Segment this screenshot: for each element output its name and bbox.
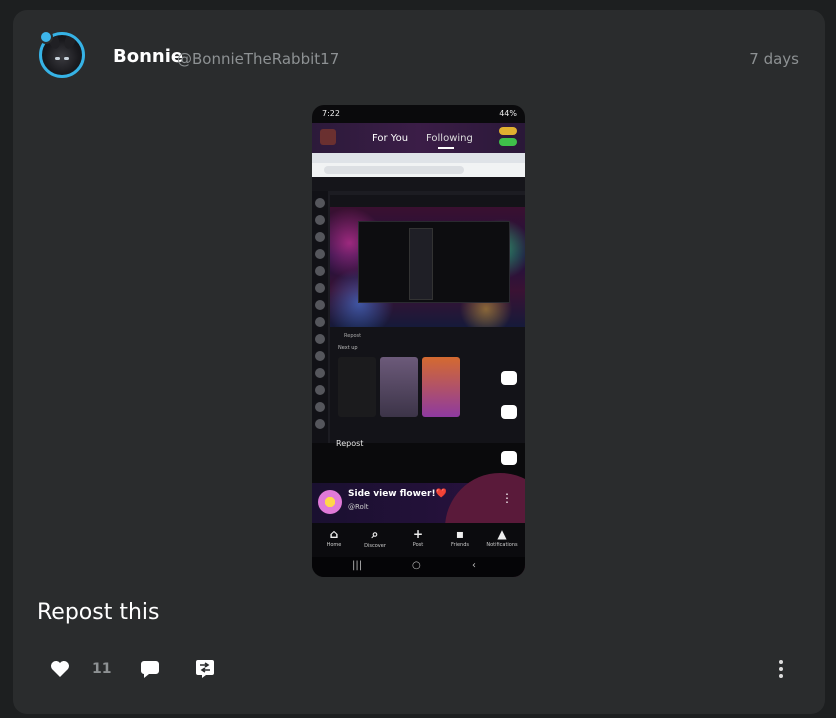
back-icon: ‹: [472, 560, 476, 571]
browser-main: Repost Next up Repost: [330, 195, 525, 448]
phone-battery-level: 44%: [499, 109, 517, 118]
phone-profile-avatar: [320, 129, 336, 145]
phone-more-icon: ⋮: [501, 491, 513, 505]
phone-top-bar: For You Following: [312, 123, 525, 153]
phone-status-time: 7:22: [322, 109, 340, 118]
browser-sidebar: [312, 191, 328, 443]
phone-comment-icon: [501, 405, 517, 419]
phone-nav-notifications: ▲ Notifications: [486, 527, 518, 548]
repost-button[interactable]: [194, 658, 216, 680]
post-card: Bonnie @BonnieTheRabbit17 7 days 7:22 44…: [13, 10, 825, 714]
phone-nav-friends: ▪ Friends: [451, 527, 469, 548]
next-up-label: Next up: [338, 345, 358, 351]
thumbnail: [380, 357, 418, 417]
more-options-button[interactable]: [775, 658, 787, 680]
heart-icon: [51, 661, 69, 677]
phone-tab-following: Following: [426, 133, 473, 144]
phone-heart-icon: [501, 371, 517, 385]
post-image[interactable]: 7:22 44% For You Following Repost Next u…: [312, 105, 525, 577]
repost-icon: [196, 660, 214, 678]
comment-button[interactable]: [139, 658, 161, 680]
avatar-eye-right: [64, 57, 69, 60]
neon-banner: [330, 207, 525, 327]
author-name[interactable]: Bonnie: [113, 46, 183, 67]
phone-tab-for-you: For You: [372, 133, 409, 144]
comment-icon: [141, 661, 159, 678]
browser-url-bar: [312, 163, 525, 177]
avatar-eye-left: [55, 57, 60, 60]
nested-repost-label: Repost: [344, 333, 362, 339]
avatar-ear-right: [62, 35, 78, 51]
recents-icon: |||: [352, 560, 363, 571]
post-title: Repost this: [37, 600, 160, 625]
nested-video: [358, 221, 510, 303]
post-actions: 11: [13, 650, 825, 690]
browser-site-nav: [312, 177, 525, 191]
more-vertical-icon: [775, 660, 787, 678]
phone-caption-title: Side view flower!❤️: [348, 489, 447, 499]
like-count: 11: [92, 661, 112, 677]
phone-system-nav: ||| ○ ‹: [312, 557, 525, 577]
phone-nav-post: + Post: [412, 527, 424, 548]
phone-caption-user: @Rolt: [348, 503, 369, 511]
phone-caption-avatar: [318, 490, 342, 514]
phone-repost-label: Repost: [336, 439, 364, 448]
phone-tab-indicator: [438, 147, 454, 149]
home-circle-icon: ○: [412, 560, 421, 571]
phone-nav-discover: ⌕ Discover: [364, 527, 386, 549]
phone-nav-home: ⌂ Home: [326, 527, 342, 548]
phone-repost-icon: [501, 451, 517, 465]
phone-browser-view: Repost Next up Repost: [312, 153, 525, 505]
thumbnail: [422, 357, 460, 417]
phone-app-nav: ⌂ Home ⌕ Discover + Post ▪ Friends ▲ Notifica…: [312, 523, 525, 557]
author-handle[interactable]: @BonnieTheRabbit17: [177, 50, 339, 68]
phone-status-bar: 7:22 44%: [312, 105, 525, 123]
avatar-hat-icon: [39, 30, 53, 44]
phone-coins-icon: [499, 127, 519, 149]
phone-caption: Side view flower!❤️ @Rolt ⋮: [312, 473, 525, 577]
browser-tab-strip: [312, 153, 525, 163]
like-button[interactable]: [49, 658, 71, 680]
post-timestamp: 7 days: [749, 50, 799, 68]
thumbnail: [338, 357, 376, 417]
